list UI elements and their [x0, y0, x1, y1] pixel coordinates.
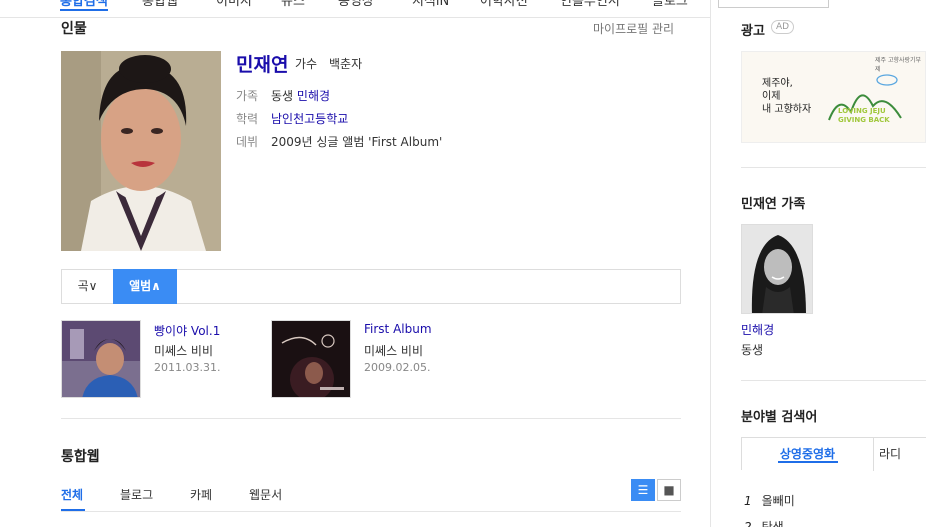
education-link[interactable]: 남인천고등학교 [271, 110, 348, 127]
active-tab-indicator [778, 461, 838, 463]
album-date: 2009.02.05. [364, 361, 431, 374]
rank-number: 1 [744, 494, 752, 508]
debut-value: 2009년 싱글 앨범 'First Album' [271, 135, 443, 149]
keyword-rank-item[interactable]: 1 올빼미 [744, 492, 795, 509]
ad-sponsor-text: 제주 고향사랑기부제 [875, 57, 922, 73]
search-tabs: 통합검색 통합웹 이미지 뉴스 동영상 지식iN 어학사전 인플루언서 블로그 [0, 0, 710, 18]
media-tabs: 곡∨ 앨범∧ [61, 269, 681, 304]
family-member-photo[interactable] [741, 224, 813, 314]
ad-logo-line1: LOVING JEJU [838, 107, 886, 115]
album-title[interactable]: First Album [364, 322, 432, 336]
person-photo[interactable] [61, 51, 221, 251]
ad-logo: LOVING JEJU GIVING BACK [838, 107, 890, 125]
search-input[interactable] [718, 0, 829, 8]
right-divider [741, 380, 926, 381]
keyword-rank-item[interactable]: 2 탄생 [744, 518, 784, 527]
list-view-button[interactable]: ☰ [631, 479, 655, 501]
album-date: 2011.03.31. [154, 361, 221, 374]
grid-view-button[interactable]: ■ [657, 479, 681, 501]
family-value: 동생 민해경 [271, 87, 330, 104]
tab-radio[interactable]: 라디 [879, 438, 901, 471]
tab-album[interactable]: 앨범∧ [113, 269, 177, 304]
web-tab-all[interactable]: 전체 [61, 486, 83, 503]
education-label: 학력 [236, 112, 259, 126]
tab-image[interactable]: 이미지 [216, 0, 252, 9]
album-artist: 미쎄스 비비 [364, 344, 424, 358]
debut-label: 데뷔 [236, 135, 259, 149]
column-divider [710, 0, 711, 527]
tab-video[interactable]: 동영상 [338, 0, 374, 9]
person-alias: 백춘자 [329, 57, 363, 71]
ad-badge[interactable]: AD [771, 20, 795, 34]
tab-blog[interactable]: 블로그 [652, 0, 688, 9]
tab-dictionary[interactable]: 어학사전 [480, 0, 528, 9]
rank-text: 탄생 [761, 520, 784, 527]
family-member-name-link[interactable]: 민해경 [741, 321, 774, 338]
right-divider [741, 167, 926, 168]
ad-logo-line2: GIVING BACK [838, 116, 890, 124]
my-profile-manage-link[interactable]: 마이프로필 관리 [593, 20, 674, 37]
rank-text: 올빼미 [761, 494, 795, 508]
keywords-title: 분야별 검색어 [741, 410, 818, 425]
tab-now-showing-movies[interactable]: 상영중영화 [742, 438, 874, 471]
keyword-tabs: 상영중영화 라디 [741, 437, 926, 471]
person-job: 가수 [295, 57, 318, 71]
web-tab-webdoc[interactable]: 웹문서 [249, 486, 282, 503]
family-title: 민재연 가족 [741, 197, 806, 212]
album-title[interactable]: 빵이야 Vol.1 [154, 322, 220, 339]
ad-banner[interactable]: 제주 고향사랑기부제 제주야, 이제 내 고향하자 LOVING JEJU GI… [741, 51, 926, 143]
tab-all[interactable]: 통합검색 [60, 0, 108, 11]
tab-kin[interactable]: 지식iN [412, 0, 449, 9]
tab-web[interactable]: 통합웹 [142, 0, 178, 9]
web-tab-blog[interactable]: 블로그 [120, 486, 153, 503]
album-cover[interactable] [271, 320, 351, 398]
rank-number: 2 [744, 520, 752, 527]
family-name-link[interactable]: 민해경 [297, 89, 330, 103]
family-member-relation: 동생 [741, 343, 764, 357]
album-cover[interactable] [61, 320, 141, 398]
tab-song[interactable]: 곡∨ [62, 270, 113, 303]
ad-text-line3: 내 고향하자 [762, 104, 812, 115]
ad-title: 광고 [741, 24, 765, 39]
family-relation: 동생 [271, 89, 294, 103]
tab-influencer[interactable]: 인플루언서 [560, 0, 620, 9]
person-section-title: 인물 [61, 21, 87, 37]
family-label: 가족 [236, 89, 259, 103]
person-name[interactable]: 민재연 [236, 50, 288, 77]
section-divider [61, 418, 681, 419]
web-section-title: 통합웹 [61, 449, 100, 465]
tabs-divider [61, 511, 681, 512]
album-artist: 미쎄스 비비 [154, 344, 214, 358]
tab-news[interactable]: 뉴스 [281, 0, 305, 9]
web-tab-cafe[interactable]: 카페 [190, 486, 212, 503]
